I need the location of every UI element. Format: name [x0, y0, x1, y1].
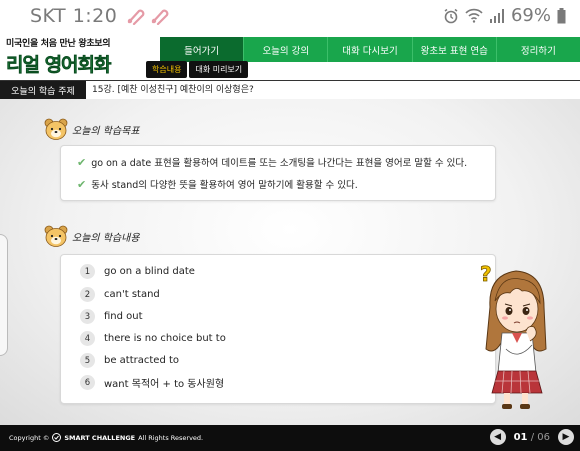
topic-bar: 오늘의 학습 주제 15강. [예찬 이성친구] 예찬이의 이상형은? [0, 80, 580, 100]
main-content: 오늘의 학습목표 ✔ go on a date 표현을 활용하여 데이트를 또는 … [0, 99, 580, 425]
smart-challenge-logo-icon [52, 433, 62, 442]
check-icon: ✔ [77, 177, 87, 191]
thinking-girl-illustration: ? [480, 262, 547, 409]
goals-title: 오늘의 학습목표 [72, 125, 140, 137]
goals-heading: 오늘의 학습목표 [44, 118, 140, 140]
question-mark-icon: ? [480, 262, 492, 286]
check-icon: ✔ [77, 155, 87, 169]
nav-expression-practice[interactable]: 왕초보 표현 연습 [413, 37, 497, 62]
list-item: 6 want 목적어 + to 동사원형 [80, 375, 224, 390]
clip-icon [128, 9, 145, 25]
status-bar: SKT 1:20 69% [0, 0, 580, 34]
prev-page-button[interactable]: ◀ [489, 429, 506, 445]
alarm-icon [444, 8, 458, 23]
signal-icon [489, 8, 504, 23]
bear-icon [44, 118, 68, 140]
nav-intro[interactable]: 들어가기 [160, 37, 245, 62]
nav-dialogue-review[interactable]: 대화 다시보기 [328, 37, 413, 62]
clip-icon [152, 9, 169, 25]
logo: 미국인을 처음 만난 왕초보의 리얼 영어회화 [6, 36, 141, 78]
list-item: 1 go on a blind date [80, 264, 195, 279]
contents-title: 오늘의 학습내용 [72, 232, 140, 244]
subtabs: 학습내용 대화 미리보기 [146, 61, 249, 78]
brand-name: SMART CHALLENGE [64, 433, 136, 442]
list-item: 3 find out [80, 309, 143, 324]
side-handle[interactable] [0, 234, 8, 356]
nav-lecture[interactable]: 오늘의 강의 [244, 37, 329, 62]
nav-summary[interactable]: 정리하기 [497, 37, 580, 62]
carrier-time: SKT 1:20 [30, 5, 118, 27]
main-nav: 들어가기 오늘의 강의 대화 다시보기 왕초보 표현 연습 정리하기 [160, 37, 580, 62]
subtab-dialogue-preview[interactable]: 대화 미리보기 [189, 61, 249, 78]
goal-item: ✔ 동사 stand의 다양한 뜻을 활용하여 영어 말하기에 활용할 수 있다. [77, 177, 358, 192]
current-page: 01 [513, 431, 528, 443]
topic-label: 오늘의 학습 주제 [0, 81, 86, 99]
footer: Copyright © SMART CHALLENGE All Rights R… [0, 425, 580, 451]
chevron-right-icon: ▶ [562, 432, 570, 442]
list-item: 4 there is no choice but to [80, 331, 226, 346]
topic-text: 15강. [예찬 이성친구] 예찬이의 이상형은? [92, 85, 254, 95]
battery-percent: 69% [510, 5, 551, 26]
goals-card: ✔ go on a date 표현을 활용하여 데이트를 또는 소개팅을 나간다는… [60, 145, 496, 201]
next-page-button[interactable]: ▶ [558, 429, 574, 445]
page-separator: / [530, 431, 535, 443]
list-item: 2 can't stand [80, 287, 160, 302]
battery-icon [557, 7, 566, 23]
contents-card: 1 go on a blind date 2 can't stand 3 find o… [60, 254, 496, 404]
contents-heading: 오늘의 학습내용 [44, 225, 140, 247]
bear-icon [44, 225, 68, 247]
logo-title: 리얼 영어회화 [6, 54, 112, 77]
chevron-left-icon: ◀ [494, 432, 502, 442]
pager: ◀ 01 / 06 ▶ [489, 429, 574, 445]
goal-item: ✔ go on a date 표현을 활용하여 데이트를 또는 소개팅을 나간다는… [77, 155, 468, 170]
total-pages: 06 [537, 431, 550, 443]
copyright: Copyright © SMART CHALLENGE All Rights R… [9, 433, 204, 442]
logo-subtitle: 미국인을 처음 만난 왕초보의 [6, 39, 111, 49]
subtab-learning-content[interactable]: 학습내용 [146, 61, 188, 78]
list-item: 5 be attracted to [80, 353, 179, 368]
wifi-icon [465, 8, 483, 23]
